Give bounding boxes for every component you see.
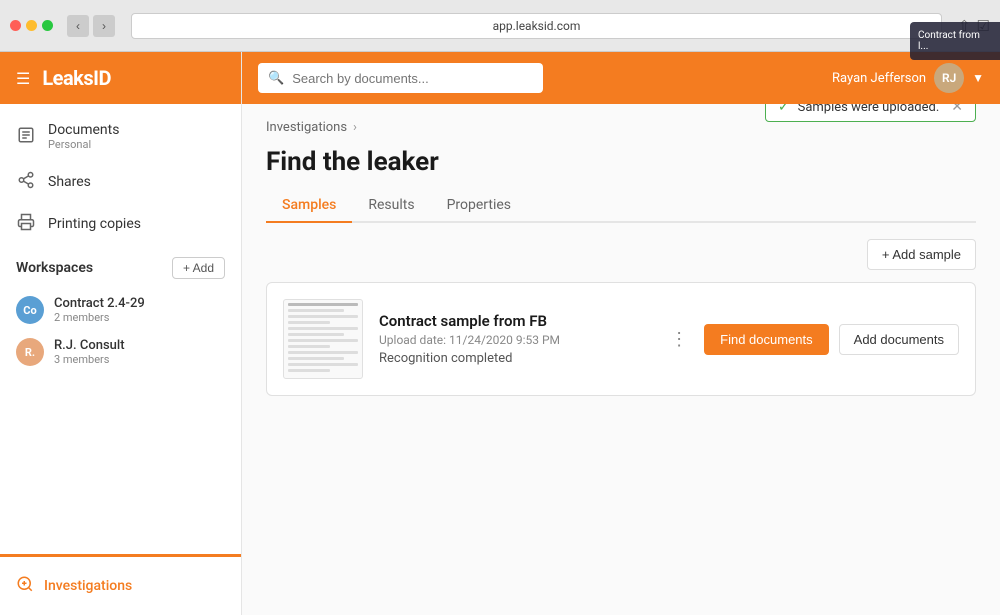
- sidebar-item-printing[interactable]: Printing copies: [0, 203, 241, 245]
- sample-date: Upload date: 11/24/2020 9:53 PM: [379, 333, 648, 347]
- workspace-rj[interactable]: R. R.J. Consult 3 members: [16, 331, 225, 373]
- sample-thumbnail: [283, 299, 363, 379]
- workspace-avatar-rj: R.: [16, 338, 44, 366]
- investigations-icon: [16, 575, 34, 597]
- url-text: app.leaksid.com: [493, 19, 581, 33]
- avatar: RJ: [934, 63, 964, 93]
- search-box[interactable]: 🔍: [258, 63, 543, 93]
- user-area[interactable]: Rayan Jefferson RJ ▼: [832, 63, 984, 93]
- documents-icon: [16, 126, 36, 148]
- dot-yellow[interactable]: [26, 20, 37, 31]
- workspace-contract[interactable]: Co Contract 2.4-29 2 members: [16, 289, 225, 331]
- sample-card: Contract sample from FB Upload date: 11/…: [266, 282, 976, 396]
- user-name: Rayan Jefferson: [832, 71, 926, 86]
- top-bar: 🔍 Rayan Jefferson RJ ▼: [242, 52, 1000, 104]
- workspace-members-contract: 2 members: [54, 311, 145, 324]
- sample-actions: ⋮ Find documents Add documents: [664, 324, 959, 355]
- chevron-down-icon: ▼: [972, 71, 984, 85]
- search-icon: 🔍: [268, 71, 284, 86]
- sidebar-nav: Documents Personal Shares: [0, 104, 241, 554]
- page-title: Find the leaker: [266, 147, 976, 177]
- check-icon: ✓: [778, 104, 790, 115]
- main-content: 🔍 Rayan Jefferson RJ ▼ Investigations ›: [242, 52, 1000, 615]
- sample-info: Contract sample from FB Upload date: 11/…: [379, 312, 648, 366]
- thumbnail-preview: [288, 303, 358, 375]
- tab-properties[interactable]: Properties: [431, 189, 527, 223]
- sample-name: Contract sample from FB: [379, 312, 648, 330]
- breadcrumb-separator: ›: [353, 120, 357, 135]
- address-bar[interactable]: app.leaksid.com: [131, 13, 942, 39]
- documents-sub: Personal: [48, 138, 119, 151]
- printing-icon: [16, 213, 36, 235]
- add-sample-button[interactable]: + Add sample: [867, 239, 976, 270]
- workspaces-title: Workspaces: [16, 260, 93, 276]
- add-workspace-button[interactable]: + Add: [172, 257, 225, 279]
- workspace-members-rj: 3 members: [54, 353, 125, 366]
- workspace-info-rj: R.J. Consult 3 members: [54, 338, 125, 366]
- shares-icon: [16, 171, 36, 193]
- workspaces-section: Workspaces + Add Co Contract 2.4-29 2 me…: [0, 245, 241, 381]
- app-container: ☰ LeaksID Documents Personal: [0, 52, 1000, 615]
- browser-nav-buttons: ‹ ›: [67, 15, 115, 37]
- sidebar-footer: Investigations: [0, 554, 241, 615]
- breadcrumb: Investigations ›: [266, 120, 357, 135]
- investigations-label: Investigations: [44, 578, 132, 594]
- floating-card: Contract from l...: [910, 22, 1000, 60]
- tab-samples[interactable]: Samples: [266, 189, 352, 223]
- notification-banner: ✓ Samples were uploaded. ✕: [765, 104, 976, 122]
- sidebar-item-documents[interactable]: Documents Personal: [0, 112, 241, 161]
- tabs: Samples Results Properties: [266, 189, 976, 223]
- workspace-name-rj: R.J. Consult: [54, 338, 125, 353]
- logo: LeaksID: [42, 66, 111, 90]
- hamburger-icon[interactable]: ☰: [16, 69, 30, 88]
- search-input[interactable]: [292, 71, 533, 86]
- workspace-info-contract: Contract 2.4-29 2 members: [54, 296, 145, 324]
- floating-card-text: Contract from l...: [918, 30, 980, 52]
- sidebar: ☰ LeaksID Documents Personal: [0, 52, 242, 615]
- workspaces-header: Workspaces + Add: [16, 257, 225, 279]
- add-documents-button[interactable]: Add documents: [839, 324, 959, 355]
- documents-label: Documents: [48, 122, 119, 138]
- sidebar-header: ☰ LeaksID: [0, 52, 241, 104]
- shares-label: Shares: [48, 174, 91, 190]
- find-documents-button[interactable]: Find documents: [704, 324, 829, 355]
- browser-chrome: ‹ › app.leaksid.com ⇧ ☑: [0, 0, 1000, 52]
- close-icon[interactable]: ✕: [951, 104, 963, 115]
- breadcrumb-root[interactable]: Investigations: [266, 120, 347, 135]
- workspace-avatar-co: Co: [16, 296, 44, 324]
- forward-button[interactable]: ›: [93, 15, 115, 37]
- printing-label: Printing copies: [48, 216, 141, 232]
- sidebar-item-shares[interactable]: Shares: [0, 161, 241, 203]
- dot-green[interactable]: [42, 20, 53, 31]
- tab-results[interactable]: Results: [352, 189, 430, 223]
- user-initials: RJ: [942, 71, 956, 85]
- workspace-name-contract: Contract 2.4-29: [54, 296, 145, 311]
- more-options-button[interactable]: ⋮: [664, 325, 694, 354]
- back-button[interactable]: ‹: [67, 15, 89, 37]
- content-area: Investigations › ✓ Samples were uploaded…: [242, 104, 1000, 615]
- notification-message: Samples were uploaded.: [798, 104, 940, 115]
- toolbar: + Add sample: [266, 239, 976, 270]
- sidebar-item-investigations[interactable]: Investigations: [16, 569, 225, 603]
- sample-status: Recognition completed: [379, 351, 648, 366]
- dot-red[interactable]: [10, 20, 21, 31]
- browser-dots: [10, 20, 53, 31]
